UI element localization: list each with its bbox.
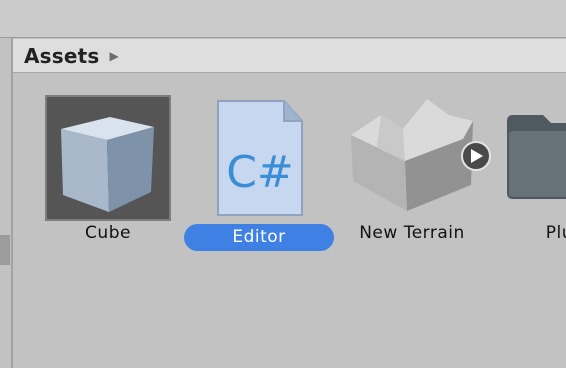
folder-icon [505,113,566,213]
left-pane-scroll-thumb[interactable] [0,235,10,265]
terrain-icon [345,95,495,223]
svg-text:C#: C# [226,147,294,198]
csharp-script-icon: C# [216,99,306,221]
window-top-bar [0,0,566,38]
triangle-right-icon: ▶ [109,48,119,63]
breadcrumb-item-assets[interactable]: Assets [24,44,100,68]
asset-label: New Terrain [359,223,465,243]
breadcrumb: Assets ▶ [13,39,566,73]
asset-label: Cube [85,223,131,243]
asset-label: Editor [184,224,334,251]
cube-icon [45,95,171,221]
asset-label: Plug [545,223,566,243]
left-pane[interactable] [0,38,13,368]
